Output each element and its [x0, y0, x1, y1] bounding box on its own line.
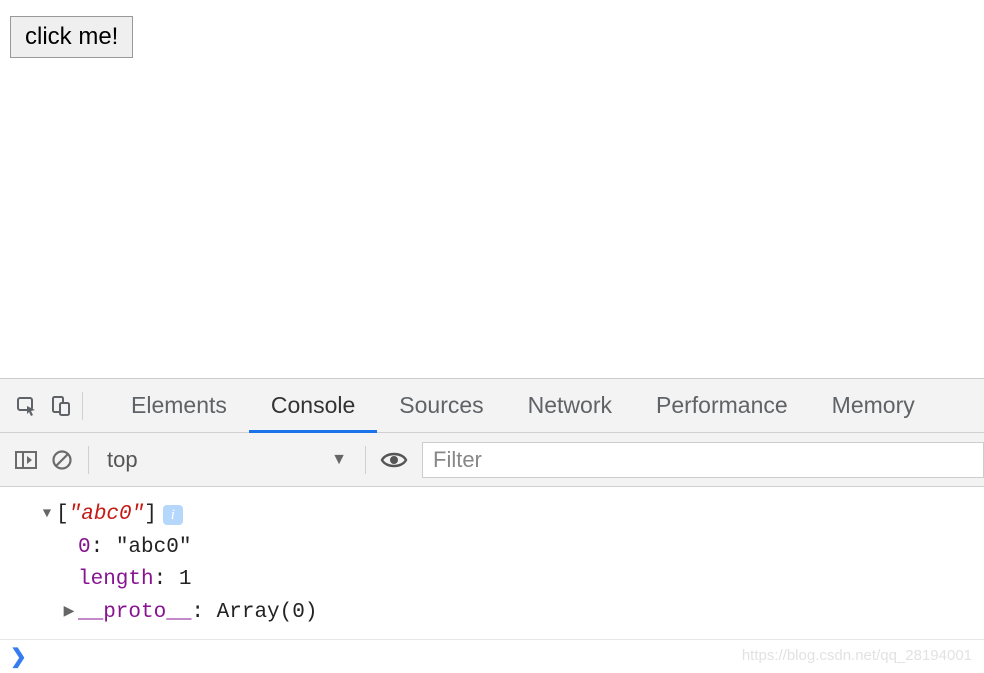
bracket-open: [: [56, 499, 69, 532]
page-viewport: click me!: [0, 0, 984, 378]
tab-elements[interactable]: Elements: [109, 379, 249, 432]
console-array-item[interactable]: 0: "abc0": [40, 532, 984, 565]
info-icon[interactable]: i: [163, 505, 183, 525]
toolbar-divider-2: [365, 446, 366, 474]
disclosure-right-icon[interactable]: ▶: [62, 602, 76, 624]
console-toolbar: top ▼: [0, 433, 984, 487]
prompt-caret-icon: ❯: [10, 644, 27, 669]
console-array-summary[interactable]: ▼["abc0"] i: [40, 499, 984, 532]
console-length-row[interactable]: length: 1: [40, 564, 984, 597]
tabbar-divider: [82, 392, 83, 420]
length-value: 1: [179, 564, 192, 597]
proto-value: Array(0): [217, 597, 318, 630]
inspect-element-icon[interactable]: [10, 379, 44, 433]
item-value: "abc0": [116, 532, 192, 565]
chevron-down-icon: ▼: [331, 451, 347, 469]
filter-input[interactable]: [422, 442, 984, 478]
clear-console-icon[interactable]: [44, 433, 80, 487]
tab-performance[interactable]: Performance: [634, 379, 810, 432]
devtools-panel: Elements Console Sources Network Perform…: [0, 378, 984, 673]
watermark-text: https://blog.csdn.net/qq_28194001: [742, 647, 972, 664]
devtools-tabbar: Elements Console Sources Network Perform…: [0, 379, 984, 433]
device-toolbar-icon[interactable]: [44, 379, 78, 433]
live-expression-icon[interactable]: [374, 450, 414, 470]
context-label: top: [107, 447, 138, 473]
item-index: 0: [78, 532, 91, 565]
bracket-close: ]: [144, 499, 157, 532]
tab-network[interactable]: Network: [506, 379, 634, 432]
tab-sources[interactable]: Sources: [377, 379, 505, 432]
toolbar-divider-1: [88, 446, 89, 474]
length-key: length: [78, 564, 154, 597]
disclosure-down-icon[interactable]: ▼: [40, 504, 54, 526]
proto-key: __proto__: [78, 597, 191, 630]
tab-memory[interactable]: Memory: [810, 379, 937, 432]
context-selector[interactable]: top ▼: [97, 443, 357, 477]
devtools-tabs: Elements Console Sources Network Perform…: [109, 379, 937, 432]
tab-console[interactable]: Console: [249, 379, 377, 432]
click-me-button[interactable]: click me!: [10, 16, 133, 58]
console-proto-row[interactable]: ▶__proto__: Array(0): [40, 597, 984, 630]
array-preview-value: "abc0": [69, 499, 145, 532]
console-output: ▼["abc0"] i 0: "abc0" length: 1 ▶__proto…: [0, 487, 984, 633]
toggle-sidebar-icon[interactable]: [8, 433, 44, 487]
